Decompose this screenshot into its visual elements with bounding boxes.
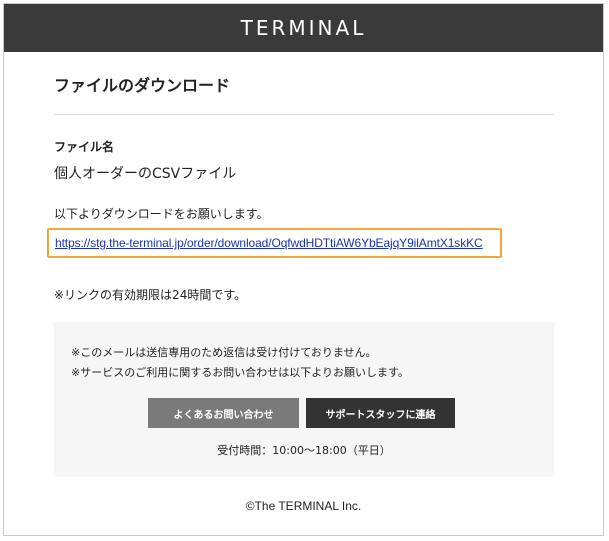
business-hours: 受付時間：10:00〜18:00（平日） (217, 444, 391, 457)
file-name-label: ファイル名 (54, 140, 115, 154)
download-instruction: 以下よりダウンロードをお願いします。 (54, 207, 269, 221)
title-divider (54, 114, 554, 115)
terminal-logo: TERMINAL (240, 16, 367, 40)
link-expiry-note: ※リンクの有効期限は24時間です。 (54, 288, 247, 302)
header-bar: TERMINAL (4, 4, 603, 52)
download-link-highlight: https://stg.the-terminal.jp/order/downlo… (47, 228, 502, 258)
contact-notice: ※サービスのご利用に関するお問い合わせは以下よりお願いします。 (71, 366, 409, 379)
file-name-value: 個人オーダーのCSVファイル (54, 166, 237, 182)
no-reply-notice: ※このメールは送信専用のため返信は受け付けておりません。 (71, 346, 377, 359)
page-title: ファイルのダウンロード (54, 76, 231, 95)
footer-copyright: ©The TERMINAL Inc. (245, 499, 362, 513)
email-frame: TERMINAL ファイルのダウンロード ファイル名 個人オーダーのCSVファイ… (3, 3, 604, 536)
contact-support-button[interactable]: サポートスタッフに連絡 (306, 398, 455, 428)
faq-button[interactable]: よくあるお問い合わせ (148, 398, 299, 428)
download-link[interactable]: https://stg.the-terminal.jp/order/downlo… (55, 236, 483, 250)
notice-panel: ※このメールは送信専用のため返信は受け付けておりません。 ※サービスのご利用に関… (54, 322, 554, 477)
